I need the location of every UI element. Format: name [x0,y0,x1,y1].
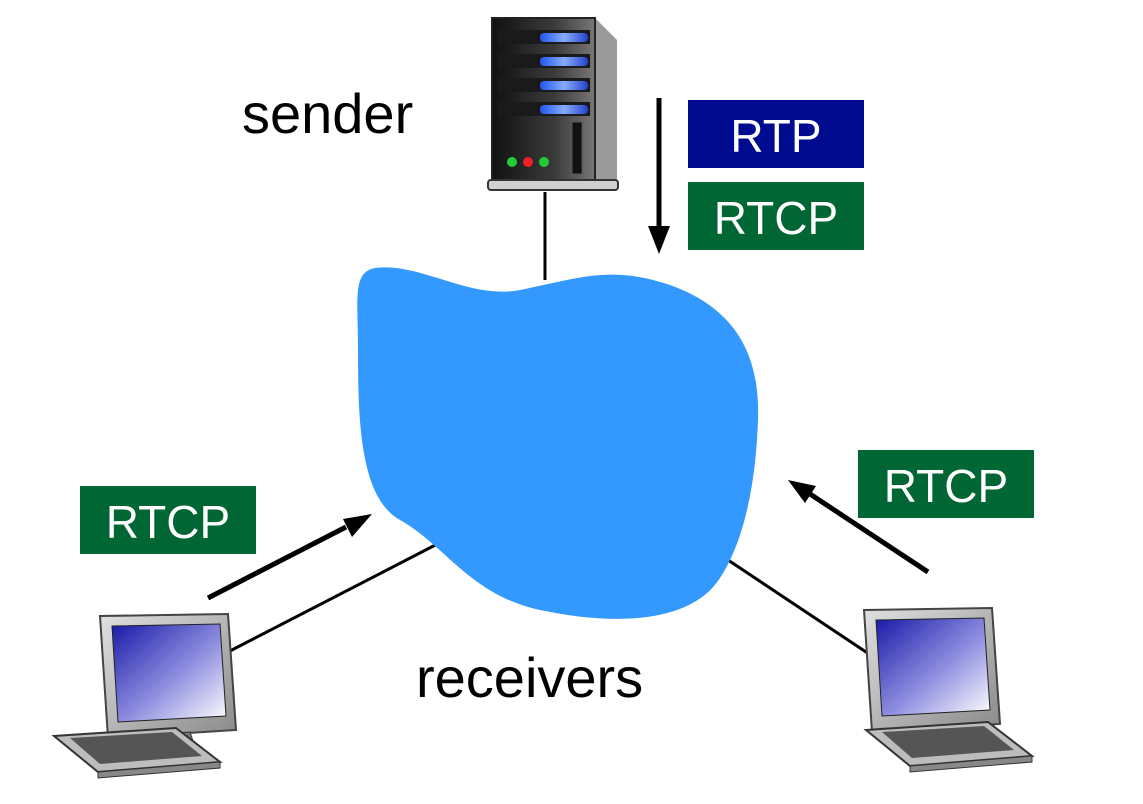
status-led-red [523,157,533,167]
rtcp-badge-left-label: RTCP [106,496,230,548]
rtp-badge-label: RTP [730,110,821,162]
left-receiver-link [227,538,446,654]
right-receiver-link [727,558,879,662]
down-arrow-icon [648,98,670,254]
desktop-computer-icon [862,606,1035,773]
status-led-green [507,157,517,167]
status-led-green [539,157,549,167]
network-cloud-icon [357,267,759,619]
sender-label: sender [242,82,413,145]
rtcp-badge-sender-label: RTCP [714,192,838,244]
receivers-label: receivers [416,646,643,709]
rtcp-badge-right-label: RTCP [884,460,1008,512]
server-icon [487,17,619,191]
rtp-rtcp-diagram: sender receivers RTP RTCP RTCP RTCP [51,17,1035,779]
desktop-computer-icon [51,612,238,779]
